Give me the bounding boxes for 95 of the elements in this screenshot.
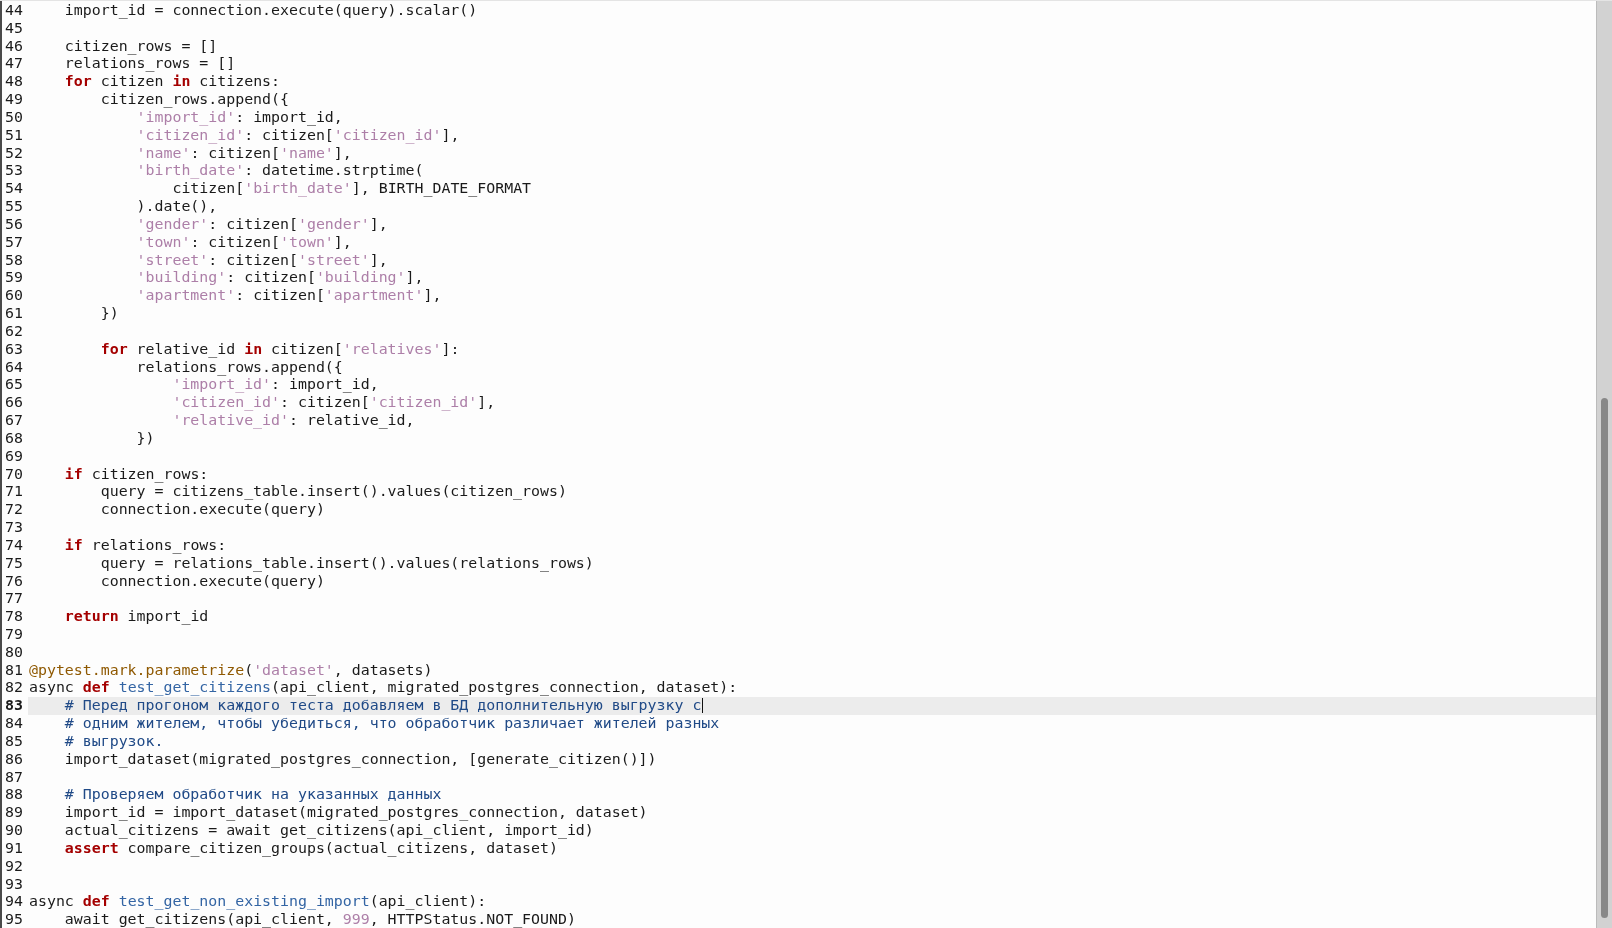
line-number: 92 [4,857,24,876]
line-number: 67 [4,412,24,430]
line-number: 56 [4,215,24,234]
code-line: async def test_get_citizens(api_client, migrated_postgres_connection, dataset): [28,679,739,698]
code-line: 'gender': citizen['gender'], [135,215,389,234]
code-line: citizen['birth_date'], BIRTH_DATE_FORMAT [171,180,533,199]
code-line: if citizen_rows: [63,465,210,484]
line-number: 72 [4,501,24,519]
line-number: 74 [4,536,24,555]
code-line: 'street': citizen['street'], [135,251,389,270]
code-line: @pytest.mark.parametrize('dataset', datasets) [28,661,434,680]
line-number: 84 [4,715,24,733]
code-line: relations_rows.append({ [135,358,344,377]
line-number: 95 [4,911,24,928]
line-number: 68 [4,429,24,448]
line-number: 61 [4,305,24,323]
code-line: 'apartment': citizen['apartment'], [135,287,443,306]
line-number: 45 [4,19,24,38]
line-number: 83 [4,697,24,716]
line-number: 70 [4,465,24,484]
code-line: # одним жителем, чтобы убедиться, что обработчик различает жителей разных [63,715,721,733]
line-number: 77 [4,590,24,609]
code-line: import_id = connection.execute(query).scalar() [63,2,479,20]
code-line: ).date(), [135,198,219,216]
line-number: 62 [4,322,24,341]
line-number: 86 [4,750,24,769]
code-line: connection.execute(query) [99,501,326,519]
scrollbar-thumb[interactable] [1601,398,1608,918]
line-number: 85 [4,732,24,751]
line-number: 91 [4,839,24,858]
line-number: 78 [4,608,24,626]
code-line: actual_citizens = await get_citizens(api_client, import_id) [63,822,595,840]
code-line: async def test_get_non_existing_import(api_client): [28,893,488,912]
line-number: 80 [4,643,24,662]
line-number: 87 [4,768,24,787]
line-number: 55 [4,198,24,216]
line-number: 60 [4,287,24,306]
line-number: 66 [4,394,24,413]
line-number: 93 [4,875,24,894]
line-number: 89 [4,804,24,823]
line-number: 75 [4,554,24,573]
line-number: 59 [4,269,24,288]
line-number: 81 [4,661,24,680]
line-number: 82 [4,679,24,698]
code-line: import_id = import_dataset(migrated_postgres_connection, dataset) [63,804,649,823]
line-number: 69 [4,447,24,466]
code-line: # Проверяем обработчик на указанных данных [63,786,443,805]
line-number: 48 [4,73,24,92]
line-number: 63 [4,340,24,359]
code-line: # выгрузок. [63,732,165,751]
line-number: 44 [4,2,24,20]
line-number: 46 [4,37,24,56]
line-number: 73 [4,519,24,537]
code-line: await get_citizens(api_client, 999, HTTPStatus.NOT_FOUND) [63,911,577,928]
line-number: 90 [4,822,24,840]
line-number: 58 [4,251,24,270]
code-line: if relations_rows: [63,536,228,555]
line-number: 50 [4,108,24,127]
code-line: }) [135,429,156,448]
code-line: for citizen in citizens: [63,73,282,92]
code-line: for relative_id in citizen['relatives']: [99,340,461,359]
line-number: 47 [4,55,24,74]
line-number: 52 [4,144,24,163]
line-number: 88 [4,786,24,805]
line-number: 54 [4,180,24,199]
line-number: 57 [4,233,24,252]
line-number: 49 [4,91,24,109]
line-number: 71 [4,483,24,502]
code-line: query = citizens_table.insert().values(citizen_rows) [100,483,568,502]
code-line: 'name': citizen['name'], [135,144,352,163]
code-line: relations_rows = [] [63,55,237,74]
code-line: import_dataset(migrated_postgres_connection, [generate_citizen()]) [63,750,658,769]
line-number: 94 [4,893,24,912]
code-line: 'citizen_id': citizen['citizen_id'], [135,126,461,145]
code-line: return import_id [63,608,210,626]
code-line: 'town': citizen['town'], [135,233,353,252]
line-number: 51 [4,126,24,145]
code-line: 'building': citizen['building'], [135,269,425,288]
line-number: 53 [4,162,24,181]
line-number: 64 [4,358,24,377]
code-line: citizen_rows.append({ [99,91,290,109]
code-line: }) [99,305,120,323]
code-line: 'birth_date': datetime.strptime( [135,162,425,181]
line-number: 65 [4,376,24,395]
code-line: assert compare_citizen_groups(actual_citizens, dataset) [63,839,558,858]
code-line: connection.execute(query) [99,572,325,591]
line-number: 79 [4,626,24,644]
code-line: 'import_id': import_id, [136,108,344,127]
code-line: 'import_id': import_id, [172,376,380,395]
code-line: 'relative_id': relative_id, [171,412,416,430]
scrollbar-track[interactable] [1596,1,1612,928]
line-number: 76 [4,572,24,591]
code-line: 'citizen_id': citizen['citizen_id'], [171,394,497,413]
code-line: query = relations_table.insert().values(relations_rows) [100,554,595,573]
code-line: citizen_rows = [] [63,37,219,56]
